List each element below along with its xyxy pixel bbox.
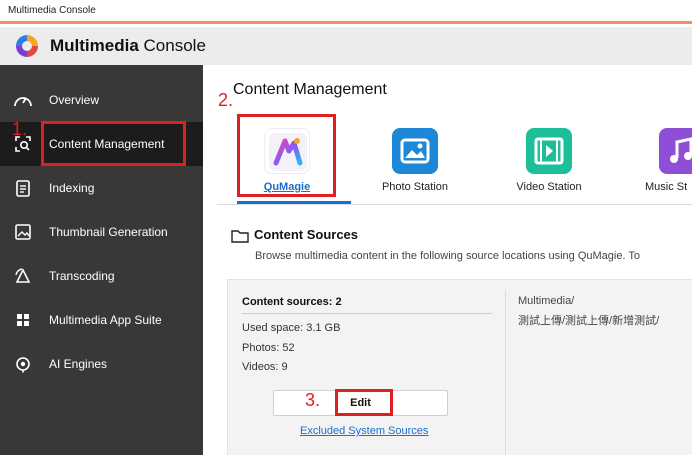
- content-sources-count: Content sources: 2: [242, 296, 342, 308]
- tab-video-station[interactable]: Video Station: [499, 113, 599, 205]
- folder-icon: [231, 230, 249, 243]
- source-path: 測試上傳/測試上傳/新增測試/: [518, 315, 660, 327]
- page-title: Content Management: [233, 81, 387, 98]
- gauge-icon: [14, 97, 32, 107]
- step-3-label: 3.: [305, 390, 321, 410]
- ai-chip-icon: [16, 357, 30, 373]
- excluded-system-sources-link[interactable]: Excluded System Sources: [300, 425, 428, 437]
- tab-label: Video Station: [516, 181, 582, 193]
- sidebar-item-ai-engines[interactable]: AI Engines: [0, 342, 203, 386]
- clipboard-icon: [16, 180, 30, 197]
- source-path: Multimedia/: [518, 295, 575, 307]
- window-titlebar: Multimedia Console: [0, 0, 692, 24]
- sidebar-item-label: Thumbnail Generation: [49, 225, 168, 239]
- content-sources-heading: Content Sources: [254, 227, 359, 242]
- sidebar-item-multimedia-app-suite[interactable]: Multimedia App Suite: [0, 298, 203, 342]
- content-sources-description: Browse multimedia content in the followi…: [255, 250, 640, 262]
- sidebar-item-overview[interactable]: Overview: [0, 78, 203, 122]
- sidebar-item-label: Overview: [49, 93, 100, 107]
- video-station-icon: [526, 128, 572, 174]
- sidebar-item-transcoding[interactable]: Transcoding: [0, 254, 203, 298]
- divider: [242, 313, 492, 314]
- card-divider: [505, 290, 506, 455]
- app-title: Multimedia Console: [50, 36, 206, 55]
- sidebar-item-label: Indexing: [49, 181, 95, 195]
- content-sources-card: Content sources: 2 Used space: 3.1 GB Ph…: [227, 279, 692, 455]
- sidebar-item-thumbnail-generation[interactable]: Thumbnail Generation: [0, 210, 203, 254]
- sidebar-item-label: AI Engines: [49, 357, 108, 371]
- highlight-box-edit: [335, 389, 393, 416]
- transcode-icon: [15, 268, 31, 283]
- videos-count: Videos: 9: [242, 361, 288, 373]
- app-header: Multimedia Console: [0, 27, 692, 65]
- tab-music-station[interactable]: Music St: [641, 113, 692, 205]
- highlight-box-qumagie: [237, 114, 336, 197]
- tab-photo-station[interactable]: Photo Station: [365, 113, 465, 205]
- photo-station-icon: [392, 128, 438, 174]
- multimedia-console-logo-icon: [16, 35, 38, 57]
- window-title: Multimedia Console: [8, 5, 96, 16]
- sidebar-item-label: Multimedia App Suite: [49, 313, 162, 327]
- photos-count: Photos: 52: [242, 342, 295, 354]
- music-station-icon: [659, 128, 692, 174]
- tab-label: Photo Station: [381, 181, 449, 193]
- sidebar-item-label: Transcoding: [49, 269, 115, 283]
- tabs-divider: [217, 204, 692, 205]
- sidebar-item-indexing[interactable]: Indexing: [0, 166, 203, 210]
- used-space: Used space: 3.1 GB: [242, 322, 341, 334]
- step-2-label: 2.: [218, 90, 234, 110]
- tab-label: Music St: [645, 181, 688, 193]
- image-frame-icon: [15, 224, 31, 240]
- highlight-box-sidebar: [41, 121, 186, 166]
- step-1-label: 1.: [12, 119, 28, 139]
- app-grid-icon: [17, 314, 29, 326]
